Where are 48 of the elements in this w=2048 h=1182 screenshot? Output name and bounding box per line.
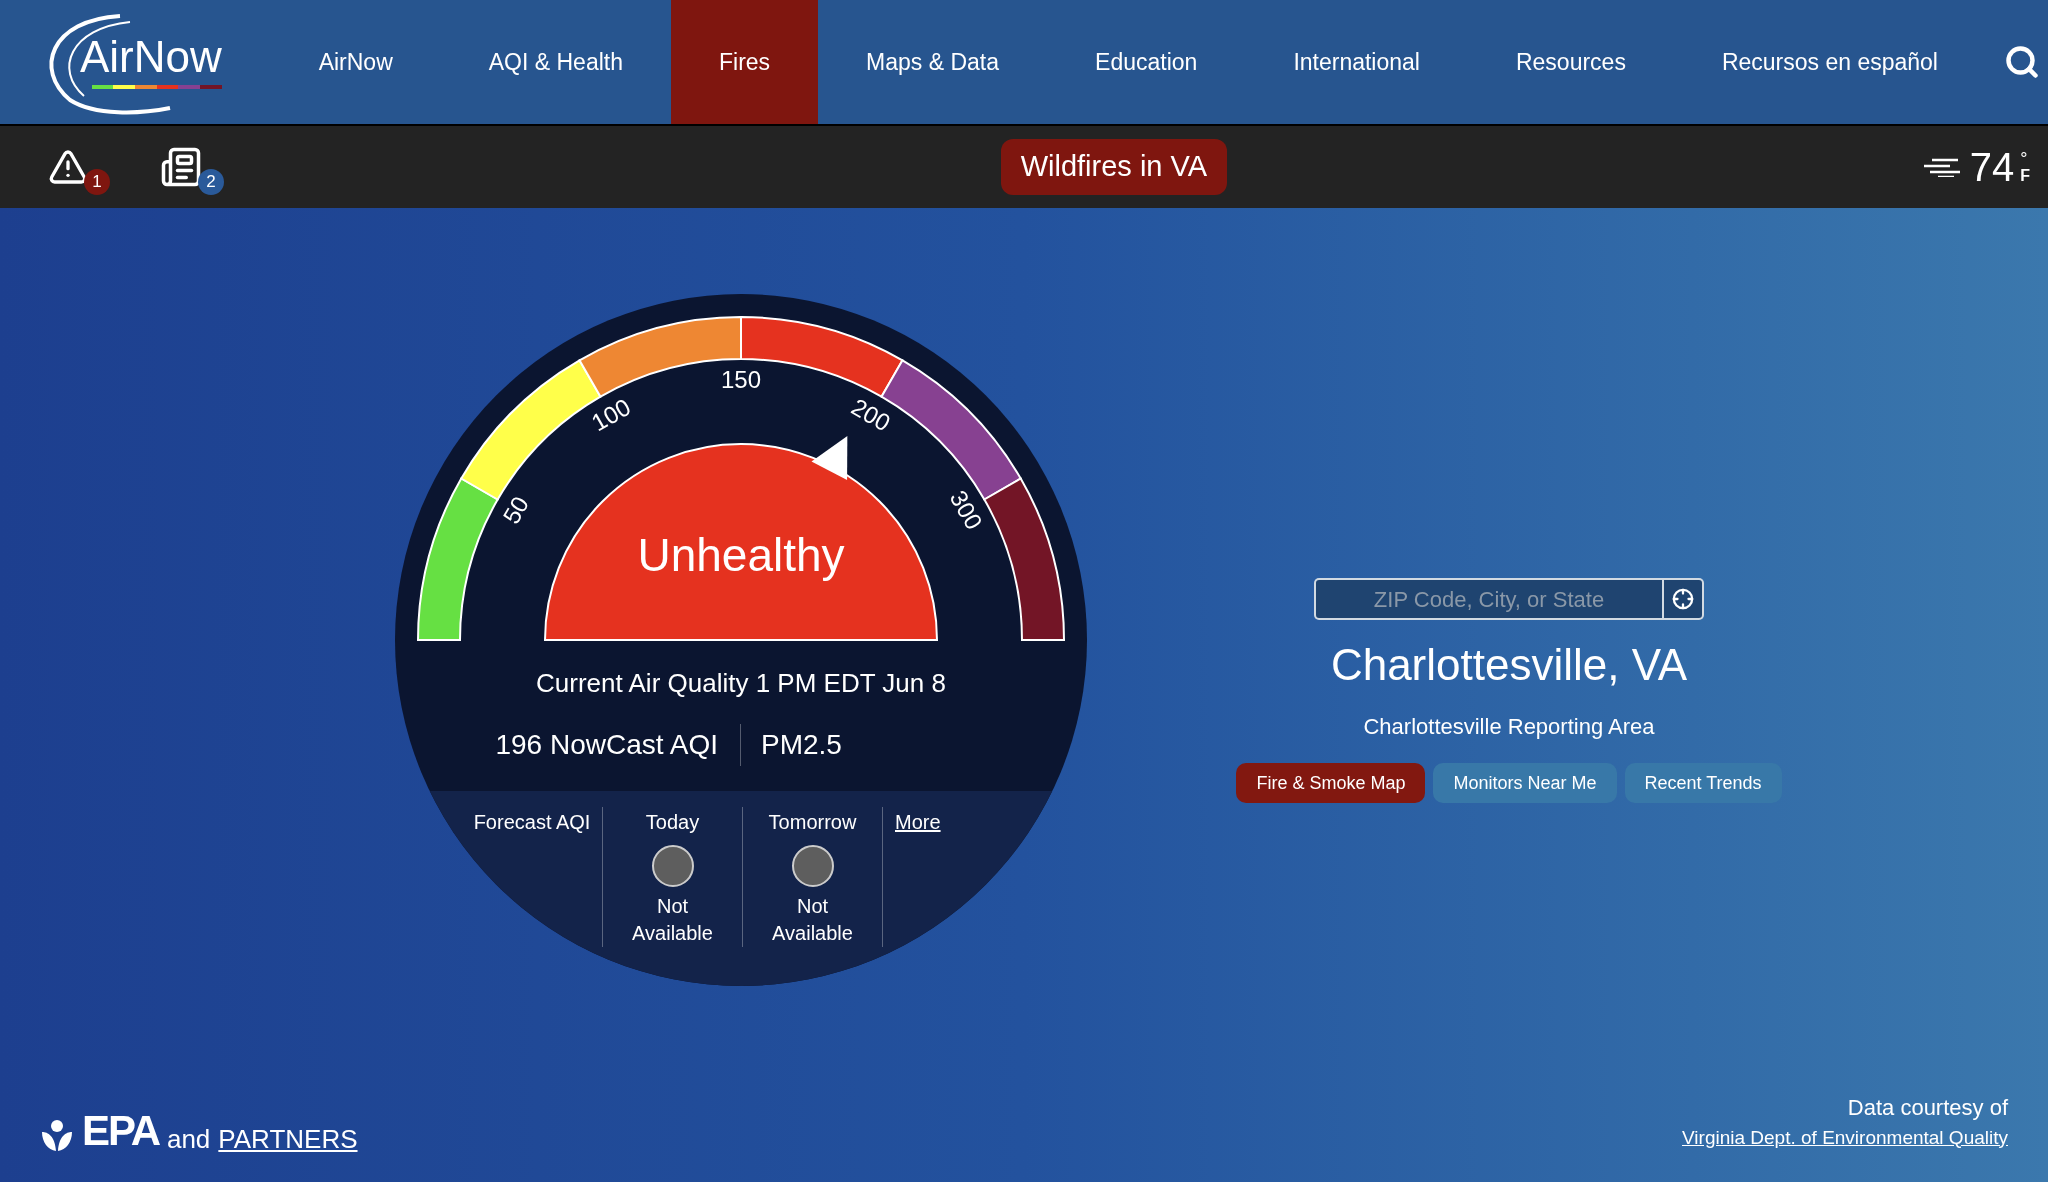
more-link[interactable]: More bbox=[895, 811, 941, 833]
nav-tab[interactable]: Maps & Data bbox=[818, 0, 1048, 124]
temperature: 74 bbox=[1969, 144, 2015, 191]
degree-sign: ° bbox=[2020, 150, 2029, 168]
location-button[interactable]: Recent Trends bbox=[1624, 763, 1782, 803]
aqi-reading: 196 NowCast AQI bbox=[405, 724, 741, 766]
data-courtesy-text: Data courtesy of bbox=[1847, 1093, 2008, 1122]
gauge-tick-label: 100 bbox=[586, 393, 635, 437]
location-button[interactable]: Monitors Near Me bbox=[1433, 763, 1617, 803]
alert-count-badge: 1 bbox=[84, 169, 110, 195]
forecast-status: Not Available bbox=[771, 894, 854, 946]
forecast-status: Not Available bbox=[631, 894, 714, 946]
gauge-tick-label: 200 bbox=[847, 393, 896, 437]
news-count-badge: 2 bbox=[198, 169, 224, 195]
partners-link[interactable]: PARTNERS bbox=[218, 1126, 358, 1152]
epa-logo-text: EPA bbox=[82, 1110, 159, 1152]
city-name: Charlottesville, VA bbox=[1330, 639, 1688, 691]
fire-smoke-map-button[interactable]: Fire & Smoke Map bbox=[1236, 763, 1426, 803]
agency-link[interactable]: Virginia Dept. of Environmental Quality bbox=[1682, 1123, 2008, 1152]
wind-icon bbox=[1923, 157, 1960, 177]
wildfire-alert-button[interactable]: Wildfires in VA bbox=[1000, 139, 1228, 195]
nav-tab[interactable]: International bbox=[1245, 0, 1468, 124]
current-air-quality: Current Air Quality 1 PM EDT Jun 8 bbox=[535, 667, 947, 700]
category-label: Unhealthy bbox=[637, 529, 845, 582]
temperature-unit: F bbox=[2020, 168, 2030, 184]
location-search-field[interactable]: ZIP Code, City, or State bbox=[1316, 580, 1662, 618]
nav-tab[interactable]: Fires bbox=[671, 0, 819, 124]
and-text: and bbox=[166, 1126, 211, 1152]
nav-tab[interactable]: Recursos en español bbox=[1673, 0, 1986, 124]
gauge-tick-label: 150 bbox=[721, 366, 761, 394]
news-icon[interactable] bbox=[160, 146, 202, 188]
forecast-day: Today bbox=[645, 807, 700, 837]
airnow-logo[interactable]: AirNow bbox=[0, 0, 251, 124]
locate-icon[interactable] bbox=[1672, 588, 1694, 610]
reporting-area: Charlottesville Reporting Area bbox=[1363, 710, 1655, 743]
pollutant: PM2.5 bbox=[760, 728, 843, 762]
forecast-day: Tomorrow bbox=[768, 807, 857, 837]
nav-tab[interactable]: Resources bbox=[1467, 0, 1674, 124]
alert-icon[interactable] bbox=[48, 147, 88, 187]
gauge-tick-label: 50 bbox=[497, 491, 535, 529]
search-icon[interactable] bbox=[2004, 44, 2040, 80]
nav-tab[interactable]: Education bbox=[1047, 0, 1246, 124]
forecast-label: Forecast AQI bbox=[472, 810, 592, 835]
location-search-bar[interactable]: ZIP Code, City, or State bbox=[1314, 578, 1704, 620]
nav-tab[interactable]: AQI & Health bbox=[440, 0, 671, 124]
epa-logo-icon bbox=[40, 1118, 74, 1152]
nav-tab[interactable]: AirNow bbox=[270, 0, 441, 124]
gauge-tick-label: 300 bbox=[944, 485, 988, 534]
